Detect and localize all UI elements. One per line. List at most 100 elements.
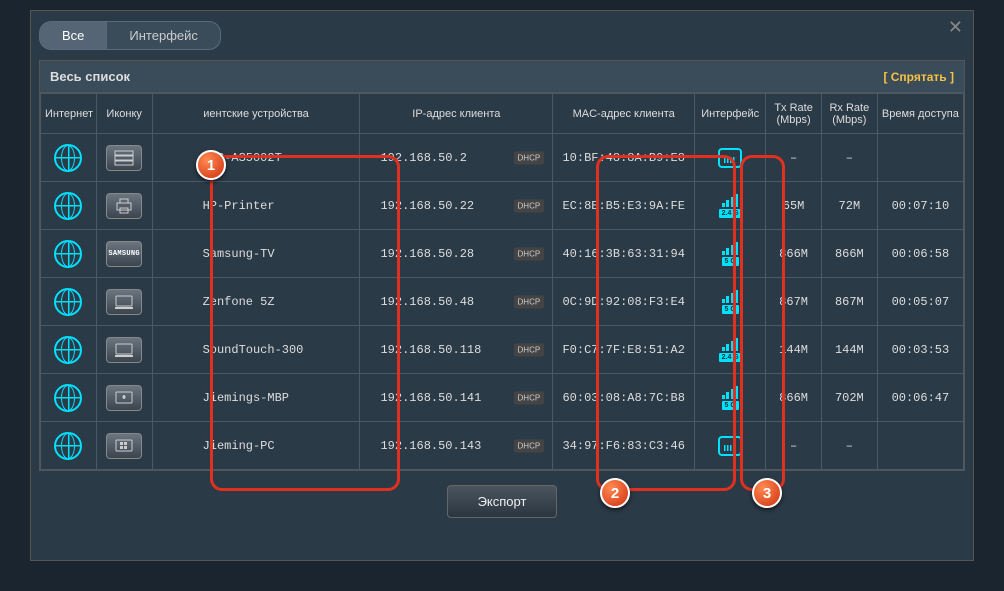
tx-rate: 65M xyxy=(766,182,822,230)
device-type-icon[interactable] xyxy=(106,385,142,411)
dhcp-badge: DHCP xyxy=(514,439,545,452)
annotation-badge-2: 2 xyxy=(600,478,630,508)
panel-title: Весь список xyxy=(50,69,130,84)
table-row[interactable]: NAS-AS5002T192.168.50.2DHCP10:BF:48:8A:B… xyxy=(41,134,964,182)
tx-rate: – xyxy=(766,422,822,470)
band-label: 2.4 G xyxy=(719,209,742,218)
mac-address: 60:03:08:A8:7C:B8 xyxy=(553,374,695,422)
access-time xyxy=(877,422,963,470)
device-type-icon[interactable] xyxy=(106,289,142,315)
col-icon: Иконку xyxy=(96,94,152,134)
rx-rate: 144M xyxy=(821,326,877,374)
col-device: иентские устройства xyxy=(152,94,360,134)
tx-rate: 866M xyxy=(766,374,822,422)
band-label: 5 G xyxy=(722,305,739,314)
ip-address: 192.168.50.2DHCP xyxy=(360,134,553,182)
col-internet: Интернет xyxy=(41,94,97,134)
globe-icon[interactable] xyxy=(54,432,82,460)
mac-address: 0C:9D:92:08:F3:E4 xyxy=(553,278,695,326)
device-type-icon[interactable] xyxy=(106,145,142,171)
tab-interface[interactable]: Интерфейс xyxy=(106,21,220,50)
wifi-icon[interactable]: 2.4 G xyxy=(714,192,746,220)
col-tx: Tx Rate (Mbps) xyxy=(766,94,822,134)
wifi-icon[interactable]: 5 G xyxy=(714,288,746,316)
table-row[interactable]: HP-Printer192.168.50.22DHCPEC:8E:B5:E3:9… xyxy=(41,182,964,230)
col-time: Время доступа xyxy=(877,94,963,134)
device-name: Jieming-PC xyxy=(152,422,360,470)
access-time: 00:03:53 xyxy=(877,326,963,374)
client-list-modal: ✕ Все Интерфейс Весь список [ Спрятать ]… xyxy=(30,10,974,561)
ip-address: 192.168.50.28DHCP xyxy=(360,230,553,278)
device-name: Zenfone 5Z xyxy=(152,278,360,326)
band-label: 2.4 G xyxy=(719,353,742,362)
rx-rate: – xyxy=(821,134,877,182)
table-row[interactable]: SoundTouch-300192.168.50.118DHCPF0:C7:7F… xyxy=(41,326,964,374)
table-row[interactable]: Zenfone 5Z192.168.50.48DHCP0C:9D:92:08:F… xyxy=(41,278,964,326)
tab-all[interactable]: Все xyxy=(39,21,106,50)
globe-icon[interactable] xyxy=(54,288,82,316)
device-type-icon[interactable] xyxy=(106,337,142,363)
device-name: Samsung-TV xyxy=(152,230,360,278)
device-type-icon[interactable] xyxy=(106,193,142,219)
dhcp-badge: DHCP xyxy=(514,199,545,212)
ip-address: 192.168.50.143DHCP xyxy=(360,422,553,470)
rx-rate: 866M xyxy=(821,230,877,278)
rx-rate: 867M xyxy=(821,278,877,326)
globe-icon[interactable] xyxy=(54,144,82,172)
col-rx: Rx Rate (Mbps) xyxy=(821,94,877,134)
wifi-icon[interactable]: 5 G xyxy=(714,240,746,268)
device-name: SoundTouch-300 xyxy=(152,326,360,374)
dhcp-badge: DHCP xyxy=(514,391,545,404)
hide-link[interactable]: [ Спрятать ] xyxy=(883,70,954,84)
table-header-row: Интернет Иконку иентские устройства IP-а… xyxy=(41,94,964,134)
close-icon[interactable]: ✕ xyxy=(948,17,963,38)
tx-rate: 867M xyxy=(766,278,822,326)
mac-address: 10:BF:48:8A:B9:E8 xyxy=(553,134,695,182)
ethernet-icon[interactable] xyxy=(714,432,746,460)
device-type-icon[interactable]: SAMSUNG xyxy=(106,241,142,267)
globe-icon[interactable] xyxy=(54,384,82,412)
col-mac: MAC-адрес клиента xyxy=(553,94,695,134)
globe-icon[interactable] xyxy=(54,240,82,268)
mac-address: F0:C7:7F:E8:51:A2 xyxy=(553,326,695,374)
rx-rate: 702M xyxy=(821,374,877,422)
rx-rate: 72M xyxy=(821,182,877,230)
view-tabs: Все Интерфейс xyxy=(39,21,965,50)
table-row[interactable]: Jiemings-MBP192.168.50.141DHCP60:03:08:A… xyxy=(41,374,964,422)
access-time: 00:06:58 xyxy=(877,230,963,278)
device-name: NAS-AS5002T xyxy=(152,134,360,182)
annotation-badge-3: 3 xyxy=(752,478,782,508)
mac-address: 34:97:F6:83:C3:46 xyxy=(553,422,695,470)
ip-address: 192.168.50.22DHCP xyxy=(360,182,553,230)
access-time: 00:07:10 xyxy=(877,182,963,230)
panel-header: Весь список [ Спрятать ] xyxy=(40,61,964,93)
device-type-icon[interactable] xyxy=(106,433,142,459)
rx-rate: – xyxy=(821,422,877,470)
access-time: 00:05:07 xyxy=(877,278,963,326)
ethernet-icon[interactable] xyxy=(714,144,746,172)
ip-address: 192.168.50.48DHCP xyxy=(360,278,553,326)
ip-address: 192.168.50.141DHCP xyxy=(360,374,553,422)
clients-table: Интернет Иконку иентские устройства IP-а… xyxy=(40,93,964,470)
table-row[interactable]: Jieming-PC192.168.50.143DHCP34:97:F6:83:… xyxy=(41,422,964,470)
band-label: 5 G xyxy=(722,257,739,266)
wifi-icon[interactable]: 2.4 G xyxy=(714,336,746,364)
device-name: HP-Printer xyxy=(152,182,360,230)
client-panel: Весь список [ Спрятать ] Интернет Иконку… xyxy=(39,60,965,471)
col-iface: Интерфейс xyxy=(695,94,766,134)
mac-address: 40:16:3B:63:31:94 xyxy=(553,230,695,278)
band-label: 5 G xyxy=(722,401,739,410)
wifi-icon[interactable]: 5 G xyxy=(714,384,746,412)
table-row[interactable]: SAMSUNG Samsung-TV192.168.50.28DHCP40:16:… xyxy=(41,230,964,278)
export-button[interactable]: Экспорт xyxy=(447,485,558,518)
ip-address: 192.168.50.118DHCP xyxy=(360,326,553,374)
dhcp-badge: DHCP xyxy=(514,151,545,164)
dhcp-badge: DHCP xyxy=(514,343,545,356)
globe-icon[interactable] xyxy=(54,192,82,220)
access-time: 00:06:47 xyxy=(877,374,963,422)
dhcp-badge: DHCP xyxy=(514,295,545,308)
tx-rate: 866M xyxy=(766,230,822,278)
annotation-badge-1: 1 xyxy=(196,150,226,180)
tx-rate: 144M xyxy=(766,326,822,374)
globe-icon[interactable] xyxy=(54,336,82,364)
